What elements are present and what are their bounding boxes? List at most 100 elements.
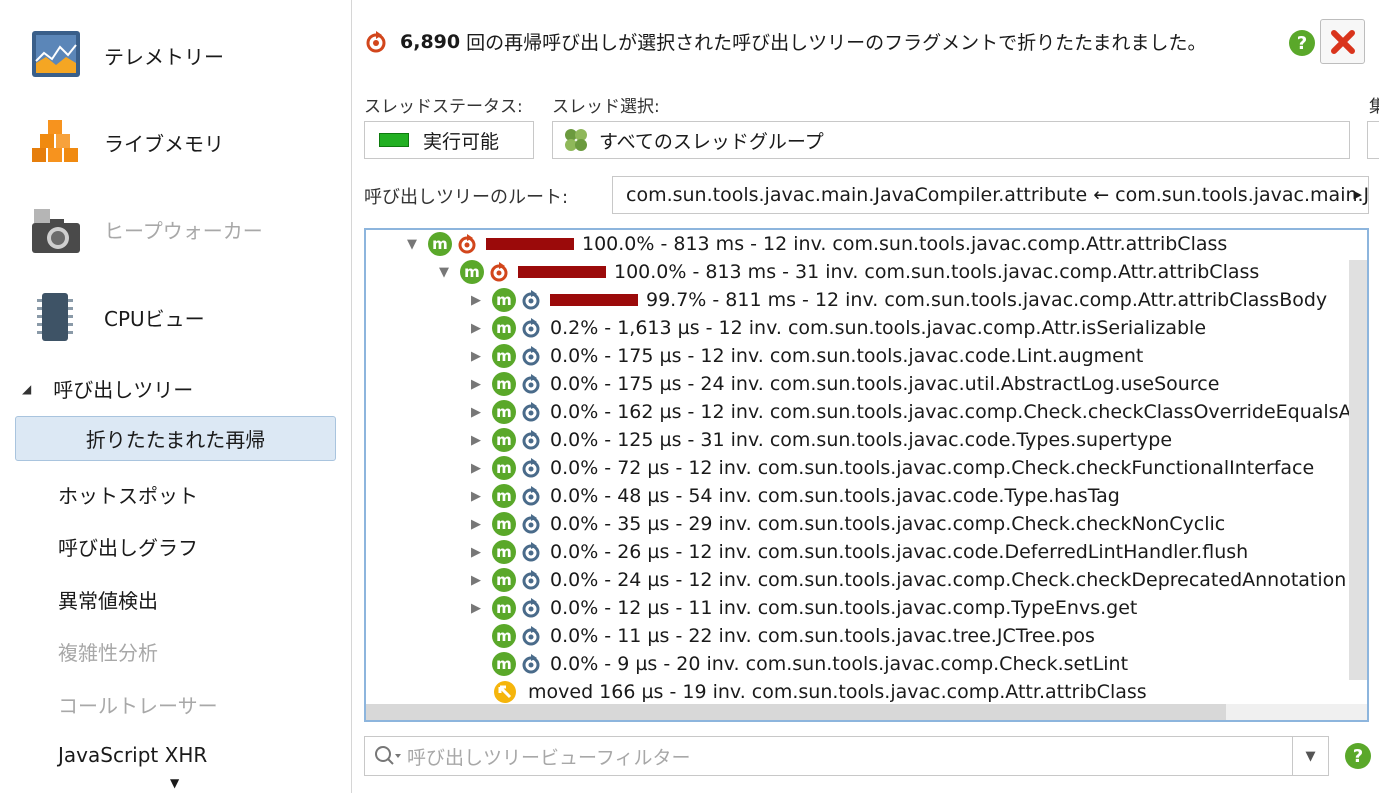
- tree-node[interactable]: ▶ m 0.0% - 125 µs - 31 inv. com.sun.tools.…: [460, 426, 1172, 454]
- tree-node-label: 0.0% - 175 µs - 24 inv. com.sun.tools.ja…: [550, 373, 1220, 395]
- recursion-icon: [522, 374, 540, 394]
- sidebar-section-call-tree[interactable]: ◢ 呼び出しツリー: [22, 374, 193, 403]
- sidebar-item-call-graph[interactable]: 呼び出しグラフ: [58, 532, 198, 561]
- expand-toggle-icon[interactable]: ▶: [460, 293, 492, 308]
- aggregation-dropdown[interactable]: [1367, 121, 1379, 159]
- percentage-bar: [550, 294, 638, 306]
- call-tree-root-value: com.sun.tools.javac.main.JavaCompiler.at…: [626, 184, 1369, 206]
- tree-node[interactable]: ▶ m 0.0% - 12 µs - 11 inv. com.sun.tools.j…: [460, 594, 1137, 622]
- expand-toggle-icon[interactable]: ▶: [460, 461, 492, 476]
- expand-toggle-icon[interactable]: ▶: [460, 377, 492, 392]
- method-icon: m: [492, 540, 516, 564]
- recursion-icon: [522, 458, 540, 478]
- moved-node-icon: [494, 681, 516, 703]
- recursion-icon: [366, 30, 386, 52]
- method-icon: m: [492, 400, 516, 424]
- tree-node-label: 0.0% - 175 µs - 12 inv. com.sun.tools.ja…: [550, 345, 1144, 367]
- method-icon: m: [492, 512, 516, 536]
- tree-node[interactable]: ▶ m 0.2% - 1,613 µs - 12 inv. com.sun.tool…: [460, 314, 1206, 342]
- collapse-triangle-icon[interactable]: ◢: [22, 382, 31, 396]
- sidebar-item-heap-walker[interactable]: ヒープウォーカー: [0, 186, 352, 272]
- recursion-banner: 6,890 回の再帰呼び出しが選択された呼び出しツリーのフラグメントで折りたたま…: [364, 28, 1207, 55]
- vertical-scrollbar[interactable]: [1349, 260, 1367, 680]
- tree-node-label: 0.2% - 1,613 µs - 12 inv. com.sun.tools.…: [550, 317, 1207, 339]
- expand-toggle-icon[interactable]: ▶: [460, 489, 492, 504]
- tree-node[interactable]: m 0.0% - 11 µs - 22 inv. com.sun.tools.ja…: [460, 622, 1095, 650]
- live-memory-icon: [32, 120, 78, 162]
- tree-node-label: 100.0% - 813 ms - 12 inv. com.sun.tools.…: [582, 233, 1228, 255]
- tree-node-label: 0.0% - 26 µs - 12 inv. com.sun.tools.jav…: [550, 541, 1249, 563]
- method-icon: m: [492, 428, 516, 452]
- tree-node[interactable]: ▶ m 0.0% - 72 µs - 12 inv. com.sun.tools.j…: [460, 454, 1314, 482]
- filter-dropdown-button[interactable]: ▼: [1292, 737, 1328, 775]
- thread-status-dropdown[interactable]: 実行可能: [364, 121, 534, 159]
- tree-node[interactable]: ▶ m 0.0% - 175 µs - 12 inv. com.sun.tools.…: [460, 342, 1143, 370]
- recursion-count: 6,890: [400, 30, 461, 53]
- method-icon: m: [492, 288, 516, 312]
- tree-node[interactable]: ▼ m 100.0% - 813 ms - 12 inv. com.sun.tool…: [396, 230, 1227, 258]
- recursion-icon: [490, 262, 508, 282]
- horizontal-scrollbar[interactable]: [366, 704, 1226, 720]
- tree-node-label: 0.0% - 72 µs - 12 inv. com.sun.tools.jav…: [550, 457, 1315, 479]
- sidebar-item-folded-recursion[interactable]: 折りたたまれた再帰: [15, 416, 336, 461]
- tree-node[interactable]: ▼ m 100.0% - 813 ms - 31 inv. com.sun.tool…: [428, 258, 1259, 286]
- method-icon: m: [428, 232, 452, 256]
- expand-toggle-icon[interactable]: ▶: [460, 349, 492, 364]
- aggregation-label: 集: [1369, 97, 1379, 117]
- tree-node[interactable]: ▶ m 99.7% - 811 ms - 12 inv. com.sun.tools…: [460, 286, 1327, 314]
- expand-toggle-icon[interactable]: ▼: [428, 265, 460, 280]
- sidebar-item-outlier[interactable]: 異常値検出: [58, 585, 158, 614]
- tree-node[interactable]: moved 166 µs - 19 inv. com.sun.tools.jav…: [492, 678, 1147, 706]
- call-tree-root-field[interactable]: com.sun.tools.javac.main.JavaCompiler.at…: [612, 176, 1369, 214]
- tree-node-label: 0.0% - 24 µs - 12 inv. com.sun.tools.jav…: [550, 569, 1347, 591]
- expand-toggle-icon[interactable]: ▶: [460, 545, 492, 560]
- tree-node[interactable]: ▶ m 0.0% - 175 µs - 24 inv. com.sun.tools.…: [460, 370, 1219, 398]
- tree-node[interactable]: ▶ m 0.0% - 24 µs - 12 inv. com.sun.tools.j…: [460, 566, 1346, 594]
- tree-node[interactable]: ▶ m 0.0% - 35 µs - 29 inv. com.sun.tools.j…: [460, 510, 1225, 538]
- method-icon: m: [492, 456, 516, 480]
- expand-toggle-icon[interactable]: ▶: [460, 405, 492, 420]
- help-icon[interactable]: ?: [1289, 30, 1315, 56]
- expand-toggle-icon[interactable]: ▼: [396, 237, 428, 252]
- tree-node[interactable]: ▶ m 0.0% - 48 µs - 54 inv. com.sun.tools.j…: [460, 482, 1120, 510]
- thread-select-dropdown[interactable]: すべてのスレッドグループ: [552, 121, 1350, 159]
- filter-help-icon[interactable]: ?: [1345, 743, 1371, 769]
- tree-node[interactable]: ▶ m 0.0% - 26 µs - 12 inv. com.sun.tools.j…: [460, 538, 1248, 566]
- filter-placeholder: 呼び出しツリービューフィルター: [407, 746, 691, 769]
- recursion-icon: [522, 486, 540, 506]
- tree-node[interactable]: ▶ m 0.0% - 162 µs - 12 inv. com.sun.tools.…: [460, 398, 1367, 426]
- thread-status-value: 実行可能: [423, 130, 500, 153]
- recursion-icon: [522, 514, 540, 534]
- tree-node-label: 0.0% - 125 µs - 31 inv. com.sun.tools.ja…: [550, 429, 1173, 451]
- expand-toggle-icon[interactable]: ▶: [460, 601, 492, 616]
- search-icon: [375, 746, 401, 765]
- scroll-more-icon[interactable]: ▼: [170, 776, 179, 790]
- percentage-bar: [486, 238, 574, 250]
- tree-node-label: 99.7% - 811 ms - 12 inv. com.sun.tools.j…: [646, 289, 1328, 311]
- sidebar-item-cpu-views[interactable]: CPUビュー: [0, 274, 352, 360]
- tree-node[interactable]: m 0.0% - 9 µs - 20 inv. com.sun.tools.jav…: [460, 650, 1128, 678]
- scroll-right-icon[interactable]: ▶: [1354, 188, 1362, 201]
- expand-toggle-icon[interactable]: ▶: [460, 517, 492, 532]
- call-tree-view[interactable]: ▼ m 100.0% - 813 ms - 12 inv. com.sun.tool…: [364, 228, 1369, 722]
- method-icon: m: [492, 316, 516, 340]
- sidebar-item-telemetry[interactable]: テレメトリー: [0, 12, 352, 98]
- thread-select-label: スレッド選択:: [552, 97, 660, 117]
- sidebar-item-complexity[interactable]: 複雑性分析: [58, 637, 158, 666]
- method-icon: m: [492, 596, 516, 620]
- call-tree-filter[interactable]: 呼び出しツリービューフィルター ▼: [364, 736, 1329, 776]
- tree-node-label: moved 166 µs - 19 inv. com.sun.tools.jav…: [528, 681, 1147, 703]
- method-icon: m: [460, 260, 484, 284]
- close-button[interactable]: [1320, 19, 1365, 64]
- recursion-icon: [522, 654, 540, 674]
- expand-toggle-icon[interactable]: ▶: [460, 573, 492, 588]
- sidebar-item-javascript-xhr[interactable]: JavaScript XHR: [58, 743, 207, 767]
- tree-node-label: 0.0% - 12 µs - 11 inv. com.sun.tools.jav…: [550, 597, 1138, 619]
- sidebar-item-call-tracer[interactable]: コールトレーサー: [58, 690, 218, 719]
- method-icon: m: [492, 624, 516, 648]
- sidebar-item-live-memory[interactable]: ライブメモリ: [0, 99, 352, 185]
- tree-node-label: 100.0% - 813 ms - 31 inv. com.sun.tools.…: [614, 261, 1260, 283]
- sidebar-item-hotspots[interactable]: ホットスポット: [58, 480, 198, 509]
- expand-toggle-icon[interactable]: ▶: [460, 433, 492, 448]
- expand-toggle-icon[interactable]: ▶: [460, 321, 492, 336]
